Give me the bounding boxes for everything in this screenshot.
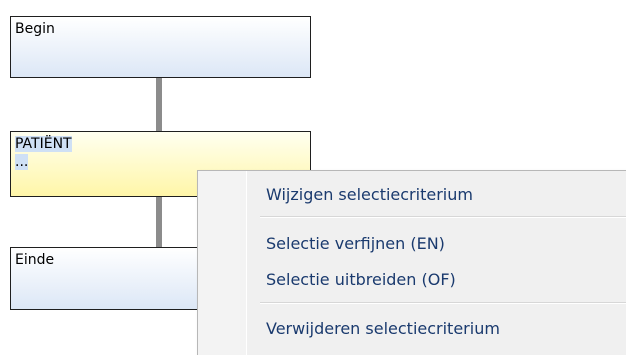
flow-node-begin[interactable]: Begin bbox=[10, 16, 311, 78]
menu-item-refine-selection[interactable]: Selectie verfijnen (EN) bbox=[248, 230, 626, 258]
menu-item-extend-selection[interactable]: Selectie uitbreiden (OF) bbox=[248, 266, 626, 294]
node-label-patient: PATIËNT bbox=[15, 136, 72, 152]
flow-canvas: Begin PATIËNT ... Einde Wijzigen selecti… bbox=[0, 0, 626, 355]
menu-separator bbox=[260, 302, 626, 304]
node-sublabel-patient: ... bbox=[15, 154, 29, 170]
menu-separator bbox=[260, 216, 626, 218]
menu-item-change-criterion[interactable]: Wijzigen selectiecriterium bbox=[248, 181, 626, 209]
menu-item-delete-criterion[interactable]: Verwijderen selectiecriterium bbox=[248, 315, 626, 343]
connector-begin-patient bbox=[156, 78, 162, 132]
connector-patient-einde bbox=[156, 196, 162, 248]
node-label-begin: Begin bbox=[15, 21, 55, 37]
context-menu: Wijzigen selectiecriterium Selectie verf… bbox=[197, 170, 626, 355]
menu-icon-gutter bbox=[198, 171, 247, 355]
menu-gutter-divider bbox=[246, 171, 247, 355]
